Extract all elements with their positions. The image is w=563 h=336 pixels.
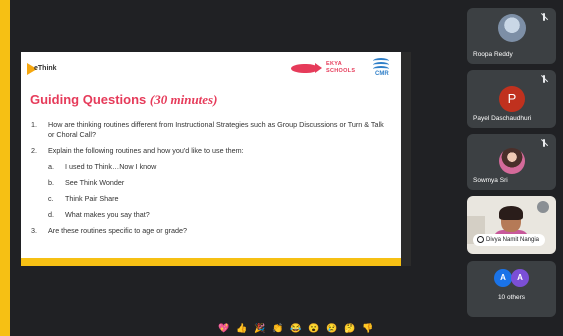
slide-footer-bar [21, 258, 401, 266]
thumbs-down-icon[interactable]: 👎 [362, 322, 373, 334]
question-item: 3. Are these routines specific to age or… [31, 226, 188, 235]
participant-tile[interactable]: Roopa Reddy [467, 8, 556, 64]
avatar [498, 14, 526, 42]
participant-tile[interactable]: Sowmya Sri [467, 134, 556, 190]
laugh-icon[interactable]: 😂 [290, 322, 301, 334]
question-item: 2. Explain the following routines and ho… [31, 146, 244, 155]
participant-video-tile[interactable]: Divya Namit Nangia [467, 196, 556, 254]
mic-icon [537, 201, 549, 213]
meeting-stage: eThink EKYA SCHOOLS CMR Guiding Question… [10, 0, 563, 336]
cmr-logo: CMR [371, 56, 395, 80]
subitem: b. See Think Wonder [48, 178, 125, 187]
fish-icon [291, 64, 317, 73]
party-icon[interactable]: 🎉 [254, 322, 265, 334]
name-pill: Divya Namit Nangia [473, 234, 546, 246]
think-logo: eThink [27, 61, 67, 77]
slide-duration: (30 minutes) [149, 92, 218, 107]
participant-tile[interactable]: P Payel Daschaudhuri [467, 70, 556, 128]
surprised-icon[interactable]: 😮 [308, 322, 319, 334]
avatar: A [494, 269, 512, 287]
slide-edge [401, 52, 411, 266]
heart-icon[interactable]: 💖 [218, 322, 229, 334]
reactions-bar: 💖 👍 🎉 👏 😂 😮 😢 🤔 👎 [218, 322, 373, 334]
clap-icon[interactable]: 👏 [272, 322, 283, 334]
presentation-slide: eThink EKYA SCHOOLS CMR Guiding Question… [21, 52, 401, 266]
ekya-schools-logo: EKYA SCHOOLS [291, 58, 361, 78]
pin-icon [477, 236, 484, 243]
sad-icon[interactable]: 😢 [326, 322, 337, 334]
avatar: A [511, 269, 529, 287]
subitem: c. Think Pair Share [48, 194, 119, 203]
mic-off-icon [540, 138, 549, 147]
subitem: a. I used to Think…Now I know [48, 162, 157, 171]
question-item: 1. How are thinking routines different f… [31, 120, 384, 139]
others-tile[interactable]: A A 10 others [467, 261, 556, 317]
mic-off-icon [540, 74, 549, 83]
subitem: d. What makes you say that? [48, 210, 150, 219]
slide-title: Guiding Questions (30 minutes) [30, 92, 218, 107]
avatar: P [499, 86, 525, 112]
mic-off-icon [540, 12, 549, 21]
question-list: 1. How are thinking routines different f… [31, 120, 391, 236]
thumbs-up-icon[interactable]: 👍 [236, 322, 247, 334]
avatar [499, 148, 525, 174]
think-logo-text: eThink [34, 65, 57, 72]
thinking-icon[interactable]: 🤔 [344, 322, 355, 334]
